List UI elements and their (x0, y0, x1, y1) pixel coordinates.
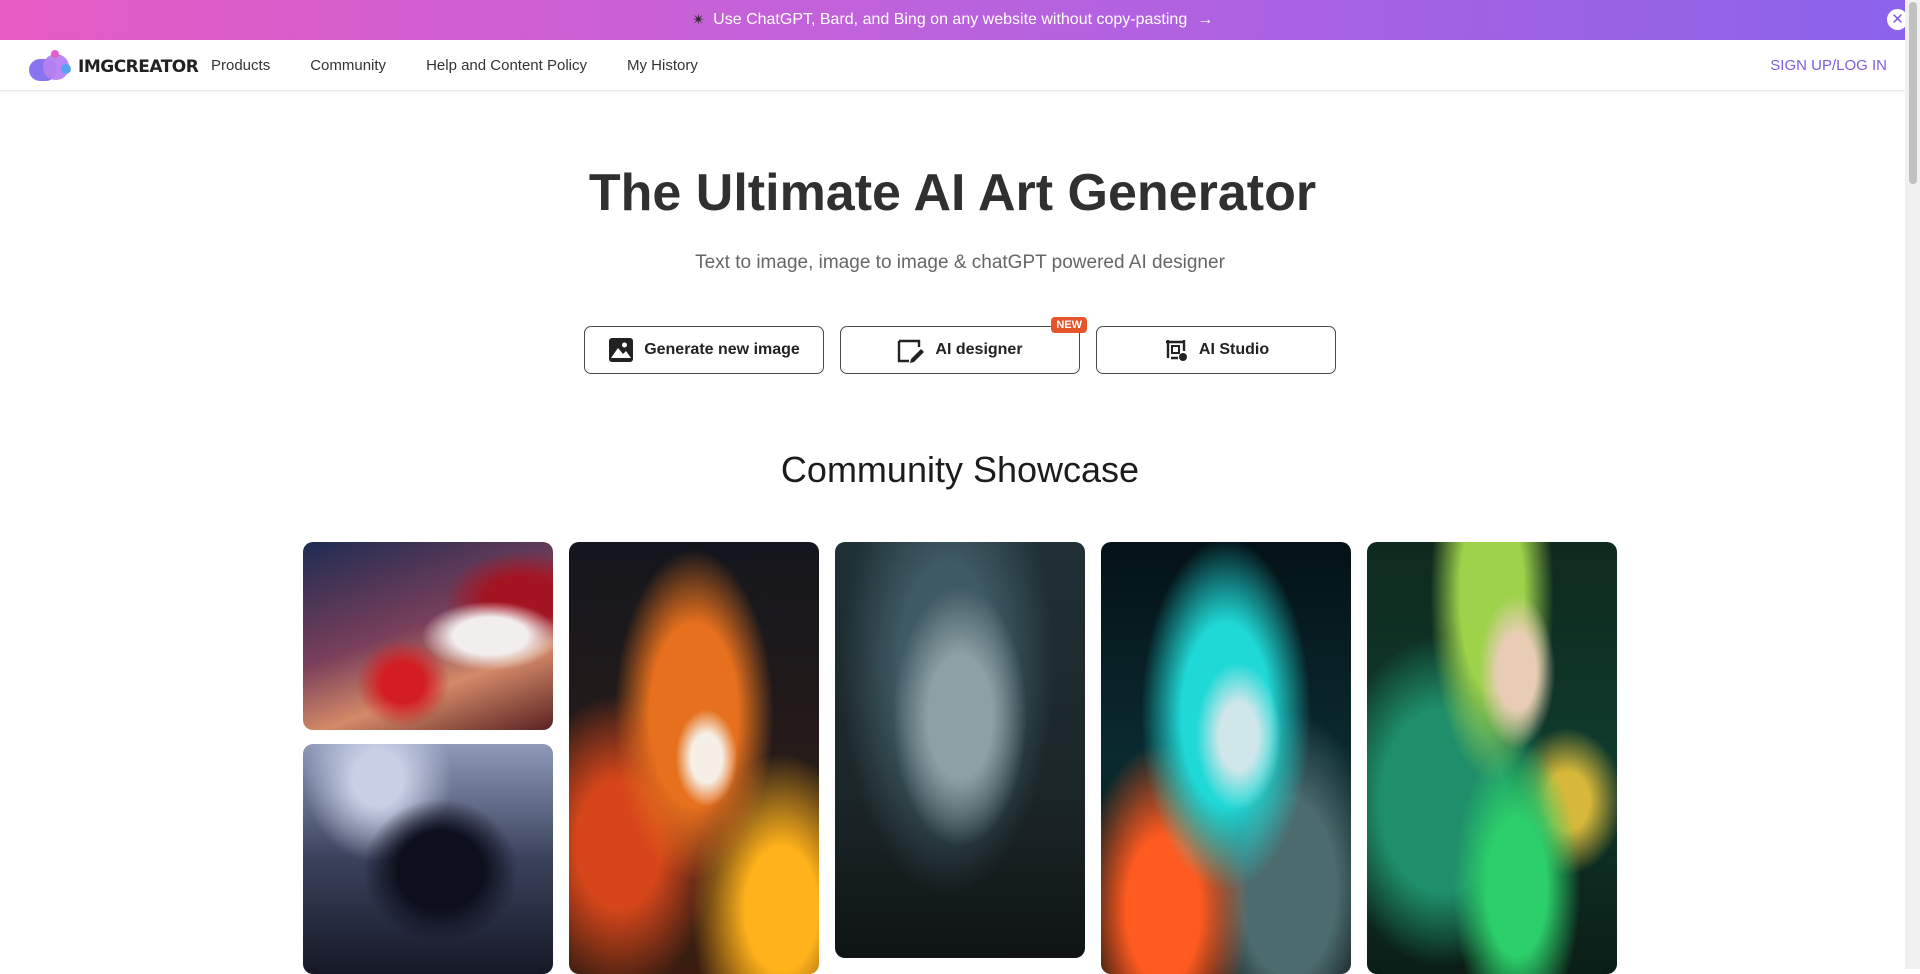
page-subtitle: Text to image, image to image & chatGPT … (695, 252, 1225, 273)
ai-studio-label: AI Studio (1198, 341, 1270, 358)
signin-link[interactable]: SIGN UP/LOG IN (1770, 57, 1887, 74)
showcase-image[interactable] (303, 542, 553, 730)
scrollbar-thumb[interactable] (1909, 2, 1917, 184)
logo-text: IMGCREATOR (78, 57, 199, 77)
ai-designer-button[interactable]: AI designer NEW (840, 317, 1087, 374)
showcase-image[interactable] (303, 744, 553, 974)
new-badge: NEW (1051, 317, 1087, 333)
ai-designer-label: AI designer (935, 341, 1023, 358)
showcase-image[interactable] (569, 542, 819, 974)
promo-text[interactable]: Use ChatGPT, Bard, and Bing on any websi… (713, 11, 1187, 29)
image-icon (609, 338, 634, 362)
nav-item-history[interactable]: My History (627, 57, 698, 74)
showcase-image[interactable] (1367, 542, 1617, 974)
generate-image-label: Generate new image (644, 341, 800, 358)
showcase-title: Community Showcase (780, 449, 1140, 490)
page-title: The Ultimate AI Art Generator (588, 164, 1317, 222)
edit-canvas-icon (898, 339, 925, 363)
showcase-image[interactable] (835, 542, 1085, 958)
nav-item-products[interactable]: Products (211, 57, 270, 74)
generate-image-button[interactable]: Generate new image (584, 326, 824, 374)
showcase-image[interactable] (1101, 542, 1351, 974)
scrollbar[interactable] (1905, 0, 1920, 969)
nav-item-community[interactable]: Community (310, 57, 386, 74)
promo-banner[interactable]: ✴ Use ChatGPT, Bard, and Bing on any web… (0, 0, 1905, 40)
nav-links: Products Community Help and Content Poli… (211, 40, 738, 91)
arrow-right-icon: → (1197, 11, 1214, 28)
studio-icon (1165, 340, 1187, 361)
logo[interactable]: IMGCREATOR (27, 50, 199, 84)
logo-icon (27, 50, 73, 84)
sparkle-icon: ✴ (691, 12, 706, 29)
top-nav: IMGCREATOR Products Community Help and C… (0, 40, 1905, 91)
nav-item-help[interactable]: Help and Content Policy (426, 57, 587, 74)
ai-studio-button[interactable]: AI Studio (1096, 326, 1336, 374)
